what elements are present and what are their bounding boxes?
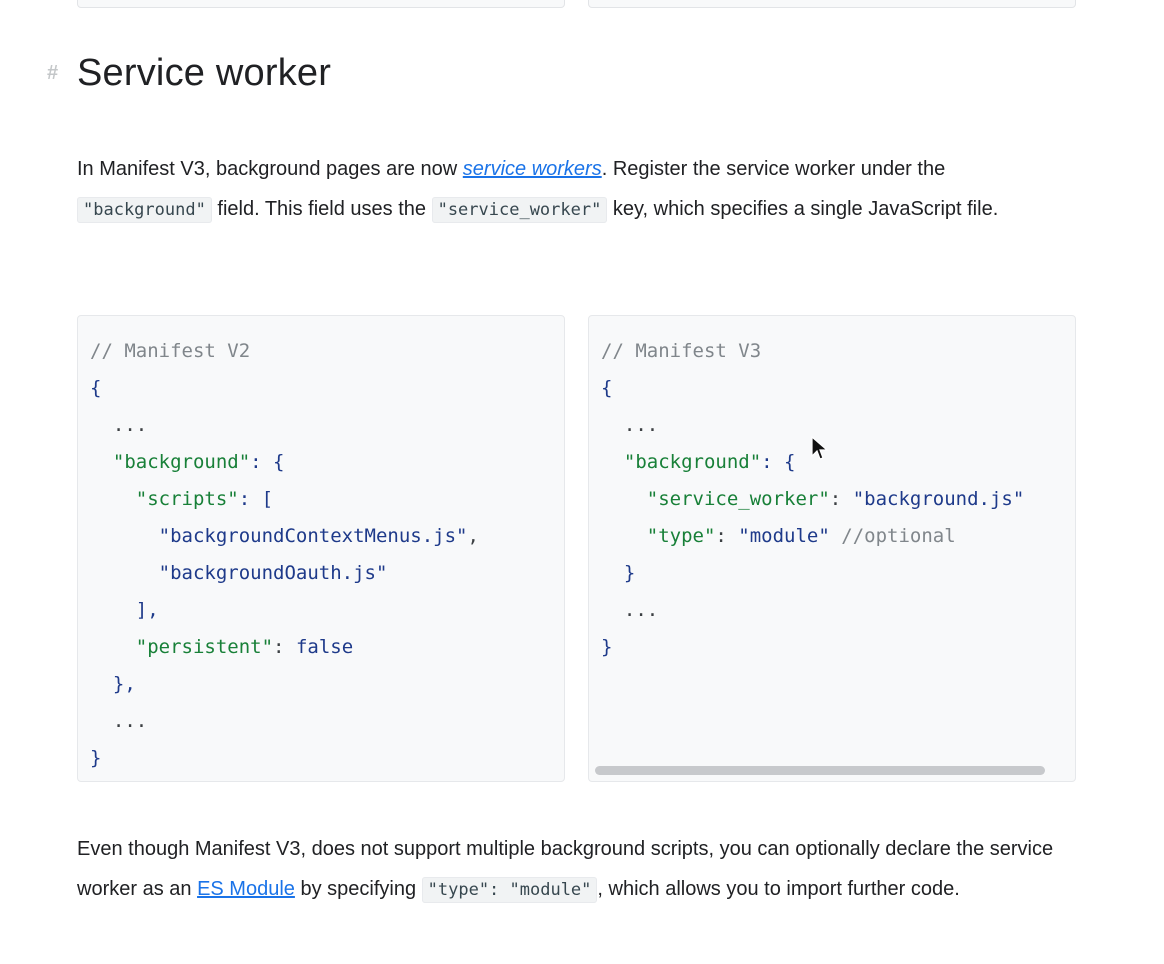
- es-module-link[interactable]: ES Module: [197, 878, 295, 900]
- intro-text-4: key, which specifies a single JavaScript…: [607, 198, 999, 220]
- code-string: "module": [738, 525, 830, 547]
- mouse-pointer-icon: [811, 436, 829, 460]
- code-punct: ,: [467, 525, 479, 547]
- code-punct: :: [829, 488, 853, 510]
- type-module-inline-code: "type": "module": [421, 877, 598, 903]
- code-punct: }: [601, 562, 636, 584]
- code-comment: // Manifest V3: [601, 340, 762, 362]
- es-module-paragraph: Even though Manifest V3, does not suppor…: [77, 829, 1077, 910]
- previous-code-panel-left: [77, 0, 565, 8]
- code-key: "service_worker": [646, 488, 830, 510]
- code-brace: {: [601, 377, 613, 399]
- intro-text-3: field. This field uses the: [211, 198, 432, 220]
- previous-code-panel-right: [588, 0, 1076, 8]
- code-punct: :: [273, 636, 296, 658]
- code-block-manifest-v3: // Manifest V3 { ... "background": { "se…: [588, 315, 1076, 782]
- code-key: "scripts": [135, 488, 239, 510]
- code-punct: : {: [761, 451, 796, 473]
- code-brace: {: [90, 377, 102, 399]
- es-text-2: by specifying: [294, 878, 422, 900]
- es-text-3: , which allows you to import further cod…: [597, 878, 960, 900]
- background-inline-code: "background": [77, 197, 212, 223]
- anchor-hash-icon[interactable]: #: [47, 62, 77, 85]
- code-string: "backgroundOauth.js": [158, 562, 388, 584]
- code-string: "backgroundContextMenus.js": [158, 525, 468, 547]
- code-key: "background": [623, 451, 762, 473]
- code-ellipsis: ...: [601, 414, 659, 436]
- service-worker-inline-code: "service_worker": [431, 197, 608, 223]
- code-key: "background": [112, 451, 251, 473]
- code-value: false: [295, 636, 354, 658]
- intro-text-1: In Manifest V3, background pages are now: [77, 158, 463, 180]
- code-comment: // Manifest V2: [90, 340, 251, 362]
- code-punct: : [: [238, 488, 274, 510]
- code-key: "persistent": [135, 636, 274, 658]
- code-ellipsis: ...: [601, 599, 659, 621]
- intro-paragraph: In Manifest V3, background pages are now…: [77, 149, 1077, 230]
- section-heading: # Service worker: [47, 52, 331, 95]
- page-title: Service worker: [77, 52, 332, 94]
- service-workers-link[interactable]: service workers: [463, 158, 602, 180]
- code-ellipsis: ...: [90, 414, 148, 436]
- code-punct: : {: [250, 451, 285, 473]
- code-punct: :: [715, 525, 739, 547]
- code-string: "background.js": [852, 488, 1025, 510]
- code-block-manifest-v2: // Manifest V2 { ... "background": { "sc…: [77, 315, 565, 782]
- horizontal-scrollbar[interactable]: [595, 766, 1045, 775]
- code-ellipsis: ...: [90, 710, 148, 732]
- code-punct: ],: [90, 599, 159, 621]
- code-key: "type": [646, 525, 716, 547]
- intro-text-2: . Register the service worker under the: [601, 158, 946, 180]
- code-punct: },: [90, 673, 136, 695]
- code-brace: }: [601, 636, 613, 658]
- code-comment: //optional: [829, 525, 956, 547]
- code-brace: }: [90, 747, 102, 769]
